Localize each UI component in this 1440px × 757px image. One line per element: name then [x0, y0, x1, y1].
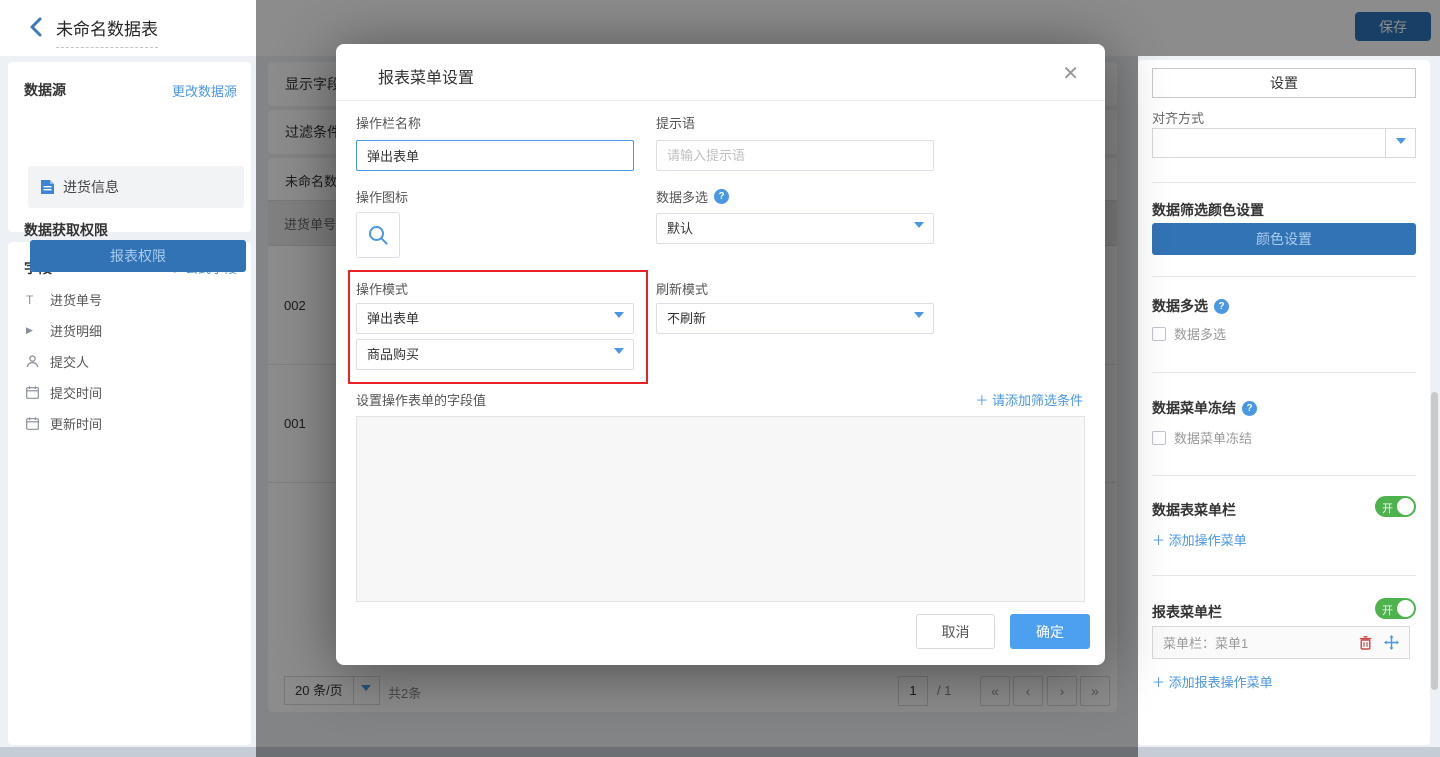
- chevron-down-icon: [614, 348, 624, 359]
- data-multiselect-select[interactable]: 默认: [656, 213, 934, 244]
- field-item-submit-time[interactable]: 提交时间: [26, 377, 241, 408]
- divider: [1152, 182, 1416, 183]
- chevron-down-icon: [914, 222, 924, 233]
- color-settings-button[interactable]: 颜色设置: [1152, 223, 1416, 255]
- datasource-item-label: 进货信息: [63, 177, 119, 197]
- field-value-label: 设置操作表单的字段值: [356, 390, 486, 409]
- calendar-icon: [26, 417, 50, 430]
- action-name-label: 操作栏名称: [356, 113, 421, 132]
- settings-header[interactable]: 设置: [1152, 68, 1416, 98]
- menu-item-row[interactable]: 菜单栏：菜单1: [1152, 626, 1410, 659]
- checkbox-icon: [1152, 327, 1166, 341]
- tooltip-input[interactable]: [656, 140, 934, 171]
- refresh-mode-label: 刷新模式: [656, 279, 708, 298]
- subform-icon: ▶: [26, 325, 50, 336]
- multi-select-checkbox[interactable]: 数据多选: [1152, 324, 1226, 343]
- divider: [336, 100, 1105, 101]
- plus-icon: ＋: [1152, 675, 1165, 690]
- chevron-down-icon: [1385, 129, 1415, 157]
- cancel-button[interactable]: 取消: [916, 614, 995, 649]
- vertical-scrollbar[interactable]: [1431, 392, 1438, 690]
- help-icon[interactable]: ?: [1214, 299, 1229, 314]
- refresh-mode-select[interactable]: 不刷新: [656, 303, 934, 334]
- datasource-title: 数据源: [24, 80, 66, 100]
- action-icon-picker[interactable]: [356, 212, 400, 258]
- calendar-icon: [26, 386, 50, 399]
- divider: [1152, 276, 1416, 277]
- datasource-panel: 数据源 更改数据源 进货信息 数据获取权限: [8, 62, 251, 232]
- table-menubar-title: 数据表菜单栏: [1152, 500, 1236, 520]
- settings-panel: 设置 对齐方式 数据筛选颜色设置 颜色设置 数据多选 ? 数据多选 数据菜单冻结…: [1138, 60, 1430, 745]
- menu-freeze-checkbox[interactable]: 数据菜单冻结: [1152, 428, 1252, 447]
- filter-color-title: 数据筛选颜色设置: [1152, 200, 1264, 220]
- table-menubar-toggle[interactable]: 开: [1375, 496, 1416, 517]
- action-mode-label: 操作模式: [356, 279, 408, 298]
- plus-icon: ＋: [975, 393, 988, 408]
- divider: [1152, 372, 1416, 373]
- page: 未命名数据表 保存 数据源 更改数据源 进货信息 数据获取权限 报表权限 字段 …: [0, 0, 1440, 757]
- help-icon[interactable]: ?: [714, 189, 729, 204]
- report-menubar-title: 报表菜单栏: [1152, 602, 1222, 622]
- page-title[interactable]: 未命名数据表: [56, 15, 158, 48]
- permission-title: 数据获取权限: [24, 220, 108, 240]
- datasource-item[interactable]: 进货信息: [28, 166, 244, 208]
- multi-select-title: 数据多选 ?: [1152, 296, 1229, 316]
- person-icon: [26, 355, 50, 368]
- plus-icon: ＋: [1152, 533, 1165, 548]
- checkbox-icon: [1152, 431, 1166, 445]
- toggle-knob: [1397, 600, 1414, 617]
- add-action-menu-link[interactable]: ＋ 添加操作菜单: [1152, 530, 1247, 549]
- search-icon: [367, 224, 389, 246]
- action-icon-label: 操作图标: [356, 187, 408, 206]
- field-item-purchase-detail[interactable]: ▶ 进货明细: [26, 315, 241, 346]
- toggle-knob: [1397, 498, 1414, 515]
- field-value-area[interactable]: [356, 416, 1085, 602]
- text-field-icon: T: [26, 293, 50, 307]
- dialog-title: 报表菜单设置: [378, 64, 474, 88]
- menu-item-label: 菜单栏：菜单1: [1163, 633, 1359, 652]
- action-form-select[interactable]: 商品购买: [356, 339, 634, 370]
- modal-overlay: [1138, 0, 1440, 56]
- add-filter-condition-link[interactable]: ＋ 请添加筛选条件: [975, 390, 1083, 409]
- divider: [1152, 475, 1416, 476]
- action-mode-select[interactable]: 弹出表单: [356, 303, 634, 334]
- close-icon[interactable]: ✕: [1062, 64, 1079, 84]
- menu-freeze-title: 数据菜单冻结 ?: [1152, 398, 1257, 418]
- add-report-menu-link[interactable]: ＋ 添加报表操作菜单: [1152, 672, 1273, 691]
- tooltip-label: 提示语: [656, 113, 695, 132]
- confirm-button[interactable]: 确定: [1010, 614, 1090, 649]
- align-label: 对齐方式: [1152, 108, 1204, 127]
- field-item-submitter[interactable]: 提交人: [26, 346, 241, 377]
- back-icon[interactable]: [26, 16, 48, 38]
- field-list: T 进货单号 ▶ 进货明细 提交人 提交时间: [26, 284, 241, 439]
- divider: [1152, 575, 1416, 576]
- align-select[interactable]: [1152, 128, 1416, 158]
- help-icon[interactable]: ?: [1242, 401, 1257, 416]
- chevron-down-icon: [914, 312, 924, 323]
- chevron-down-icon: [614, 312, 624, 323]
- move-icon[interactable]: [1384, 635, 1399, 650]
- report-menubar-toggle[interactable]: 开: [1375, 598, 1416, 619]
- action-name-input[interactable]: [356, 140, 634, 171]
- fields-panel: 字段 ＋ 公式字段 T 进货单号 ▶ 进货明细 提交人 提交时间: [8, 242, 251, 745]
- report-menu-settings-dialog: 报表菜单设置 ✕ 操作栏名称 提示语 操作图标 数据多选 ? 默认 操作模式 弹…: [336, 44, 1105, 665]
- data-multiselect-label: 数据多选 ?: [656, 187, 729, 206]
- document-icon: [40, 179, 55, 195]
- trash-icon[interactable]: [1359, 636, 1372, 650]
- field-item-purchase-no[interactable]: T 进货单号: [26, 284, 241, 315]
- change-datasource-link[interactable]: 更改数据源: [172, 81, 237, 100]
- report-permission-button[interactable]: 报表权限: [30, 240, 246, 272]
- field-item-update-time[interactable]: 更新时间: [26, 408, 241, 439]
